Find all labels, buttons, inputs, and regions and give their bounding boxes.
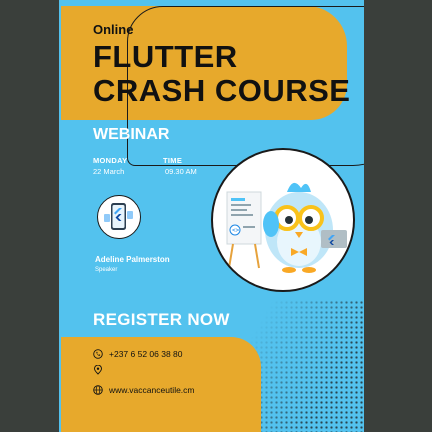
- dash-mascot-illustration: <>: [226, 182, 347, 273]
- time-label: TIME: [163, 156, 183, 165]
- location-pin-icon: [94, 365, 102, 375]
- register-button[interactable]: REGISTER NOW: [93, 310, 230, 330]
- course-title: FLUTTER CRASH COURSE: [93, 40, 364, 108]
- mascot-circle: <>: [211, 148, 355, 292]
- phone-icon: [93, 349, 103, 359]
- website-link[interactable]: www.vaccanceutile.cm: [109, 385, 195, 395]
- day-value: 22 March: [93, 167, 125, 176]
- time-value: 09.30 AM: [165, 167, 197, 176]
- speaker-role: Speaker: [95, 267, 118, 273]
- webinar-label: WEBINAR: [93, 126, 170, 143]
- day-label: MONDAY: [93, 156, 128, 165]
- title-line-1: FLUTTER: [93, 39, 238, 74]
- online-label: Online: [93, 22, 134, 37]
- app-preview-circle: [97, 195, 141, 239]
- globe-icon: [93, 385, 103, 395]
- flutter-phone-icon: [104, 203, 133, 230]
- location-row: [93, 365, 103, 375]
- title-line-2: CRASH COURSE: [93, 73, 351, 108]
- svg-text:<>: <>: [232, 227, 240, 234]
- speaker-name: Adeline Palmerston: [95, 255, 170, 264]
- course-poster: Online FLUTTER CRASH COURSE WEBINAR MOND…: [59, 0, 364, 432]
- phone-number: +237 6 52 06 38 80: [109, 349, 183, 359]
- website-row: www.vaccanceutile.cm: [93, 385, 195, 395]
- phone-row: +237 6 52 06 38 80: [93, 349, 183, 359]
